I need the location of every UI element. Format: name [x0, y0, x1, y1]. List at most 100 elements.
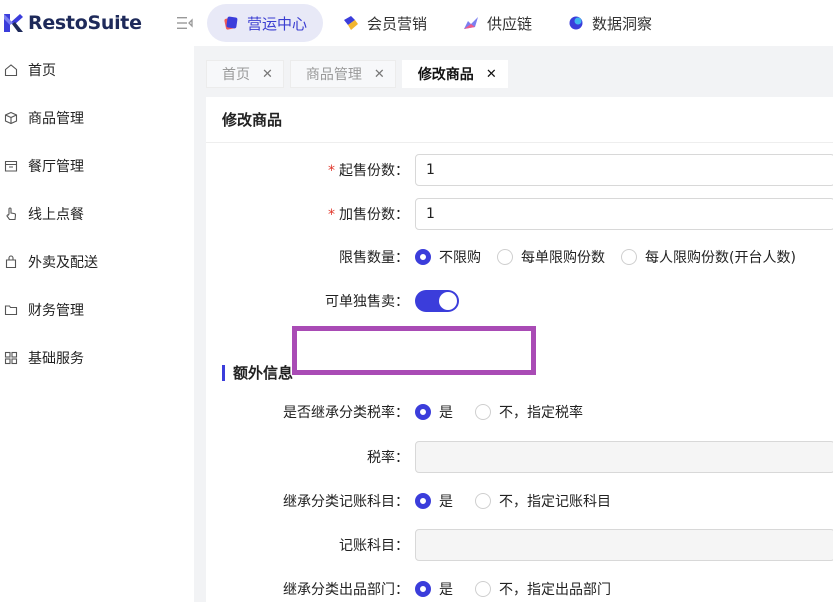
- label-colon: ：: [395, 163, 409, 179]
- radio-no-limit[interactable]: 不限购: [415, 247, 481, 267]
- sidebar-item-online-ordering[interactable]: 线上点餐: [0, 190, 194, 238]
- form-label: 继承分类出品部门：: [206, 579, 415, 599]
- radio-limit-per-person[interactable]: 每人限购份数(开台人数): [621, 247, 796, 267]
- brand-name: RestoSuite: [28, 12, 142, 34]
- label-colon: ：: [395, 250, 409, 266]
- menu-fold-icon: [177, 17, 193, 29]
- sell-alone-switch[interactable]: [415, 290, 459, 312]
- label-colon: ：: [395, 405, 409, 421]
- form-row-sell-alone: 可单独售卖：: [206, 285, 459, 317]
- close-icon[interactable]: ✕: [374, 67, 385, 82]
- radio-inherit-tax-no[interactable]: 不，指定税率: [475, 402, 583, 422]
- radio-inherit-dept-yes[interactable]: 是: [415, 579, 453, 599]
- sidebar-item-label: 首页: [28, 63, 56, 79]
- top-bar: RestoSuite 营运中心 会员营销 供应链 数据洞察: [0, 0, 833, 46]
- radio-checked-icon: [415, 493, 431, 509]
- radio-inherit-account-yes[interactable]: 是: [415, 491, 453, 511]
- form-row-account: 记账科目：: [206, 529, 833, 561]
- highlight-box: [292, 326, 536, 375]
- switch-knob: [439, 292, 457, 310]
- sell-alone-label: 可单独售卖: [325, 294, 395, 310]
- sidebar-item-label: 餐厅管理: [28, 159, 84, 175]
- inherit-dept-label: 继承分类出品部门: [283, 582, 395, 598]
- form-label: 继承分类记账科目：: [206, 491, 415, 511]
- section-title-extra-info: 额外信息: [222, 362, 293, 383]
- supply-chain-icon: [464, 17, 479, 29]
- brand-logo[interactable]: RestoSuite: [0, 12, 170, 34]
- tax-rate-label: 税率: [367, 450, 395, 466]
- sidebar-item-label: 外卖及配送: [28, 255, 98, 271]
- sidebar: 首页 商品管理 餐厅管理 线上点餐 外卖及配送 财务管理 基础服务: [0, 46, 194, 602]
- radio-unchecked-icon: [475, 404, 491, 420]
- page-tabs: 首页 ✕ 商品管理 ✕ 修改商品 ✕: [206, 60, 514, 88]
- home-icon: [4, 64, 18, 77]
- page-tab-edit-product[interactable]: 修改商品 ✕: [401, 60, 508, 88]
- sidebar-item-restaurants[interactable]: 餐厅管理: [0, 142, 194, 190]
- form-label: 是否继承分类税率：: [206, 402, 415, 422]
- label-colon: ：: [395, 207, 409, 223]
- top-nav-operations[interactable]: 营运中心: [207, 4, 324, 42]
- label-colon: ：: [395, 294, 409, 310]
- main-area: 首页 ✕ 商品管理 ✕ 修改商品 ✕ 修改商品 *起售份数： *加售份数： 限售…: [194, 46, 833, 602]
- radio-limit-per-order[interactable]: 每单限购份数: [497, 247, 605, 267]
- radio-unchecked-icon: [497, 249, 513, 265]
- grid-icon: [4, 351, 18, 365]
- sidebar-item-label: 基础服务: [28, 351, 84, 367]
- radio-label: 不，指定出品部门: [499, 582, 611, 598]
- close-icon[interactable]: ✕: [486, 67, 497, 82]
- sidebar-item-label: 财务管理: [28, 303, 84, 319]
- required-mark: *: [328, 207, 335, 223]
- form-label: * 起售份数：: [206, 160, 415, 180]
- radio-inherit-dept-no[interactable]: 不，指定出品部门: [475, 579, 611, 599]
- radio-unchecked-icon: [475, 493, 491, 509]
- page-title: 修改商品: [206, 97, 833, 143]
- form-label: 可单独售卖：: [206, 291, 415, 311]
- folder-icon: [4, 305, 18, 316]
- radio-inherit-account-no[interactable]: 不，指定记账科目: [475, 491, 611, 511]
- section-bar: [222, 364, 225, 381]
- radio-label: 是: [439, 582, 453, 598]
- sidebar-item-basic-services[interactable]: 基础服务: [0, 334, 194, 382]
- min-sale-input[interactable]: [415, 154, 833, 186]
- box-icon: [4, 111, 18, 125]
- radio-checked-icon: [415, 404, 431, 420]
- inherit-account-radio-group: 是 不，指定记账科目: [415, 491, 627, 511]
- top-nav-member-marketing[interactable]: 会员营销: [327, 4, 443, 42]
- label-colon: ：: [395, 582, 409, 598]
- top-nav-data-insight[interactable]: 数据洞察: [552, 4, 668, 42]
- form-row-min-sale: * 起售份数：: [206, 154, 833, 186]
- add-sale-input[interactable]: [415, 198, 833, 230]
- radio-label: 不，指定税率: [499, 405, 583, 421]
- radio-label: 每人限购份数(开台人数): [645, 250, 796, 266]
- radio-label: 是: [439, 494, 453, 510]
- radio-inherit-tax-yes[interactable]: 是: [415, 402, 453, 422]
- page-tab-products[interactable]: 商品管理 ✕: [289, 60, 396, 88]
- section-title-text: 额外信息: [233, 364, 294, 382]
- add-sale-label: 加售份数: [339, 207, 395, 223]
- radio-label: 不，指定记账科目: [499, 494, 611, 510]
- sidebar-item-home[interactable]: 首页: [0, 46, 194, 94]
- form-row-tax-rate: 税率：: [206, 441, 833, 473]
- sidebar-item-finance[interactable]: 财务管理: [0, 286, 194, 334]
- brand-logo-icon: [4, 14, 23, 32]
- form-row-inherit-dept: 继承分类出品部门： 是 不，指定出品部门: [206, 573, 627, 602]
- collapse-sidebar-button[interactable]: [173, 11, 197, 35]
- sidebar-item-label: 商品管理: [28, 111, 84, 127]
- sidebar-item-delivery[interactable]: 外卖及配送: [0, 238, 194, 286]
- sidebar-item-products[interactable]: 商品管理: [0, 94, 194, 142]
- form-label: 税率：: [206, 447, 415, 467]
- top-nav-label: 数据洞察: [592, 14, 653, 33]
- top-nav-label: 供应链: [487, 14, 533, 33]
- tax-rate-input: [415, 441, 833, 473]
- label-colon: ：: [395, 494, 409, 510]
- data-insight-icon: [569, 16, 583, 30]
- top-nav-supply-chain[interactable]: 供应链: [447, 4, 548, 42]
- bag-icon: [5, 255, 17, 269]
- form-row-inherit-account: 继承分类记账科目： 是 不，指定记账科目: [206, 485, 627, 517]
- close-icon[interactable]: ✕: [262, 67, 273, 82]
- edit-product-card: 修改商品 *起售份数： *加售份数： 限售数量： 不限购 每单限购份数 每人限购…: [206, 97, 833, 602]
- form-label: 记账科目：: [206, 535, 415, 555]
- hand-pointer-icon: [6, 207, 17, 221]
- page-tab-label: 首页: [222, 67, 250, 83]
- page-tab-home[interactable]: 首页 ✕: [206, 60, 284, 88]
